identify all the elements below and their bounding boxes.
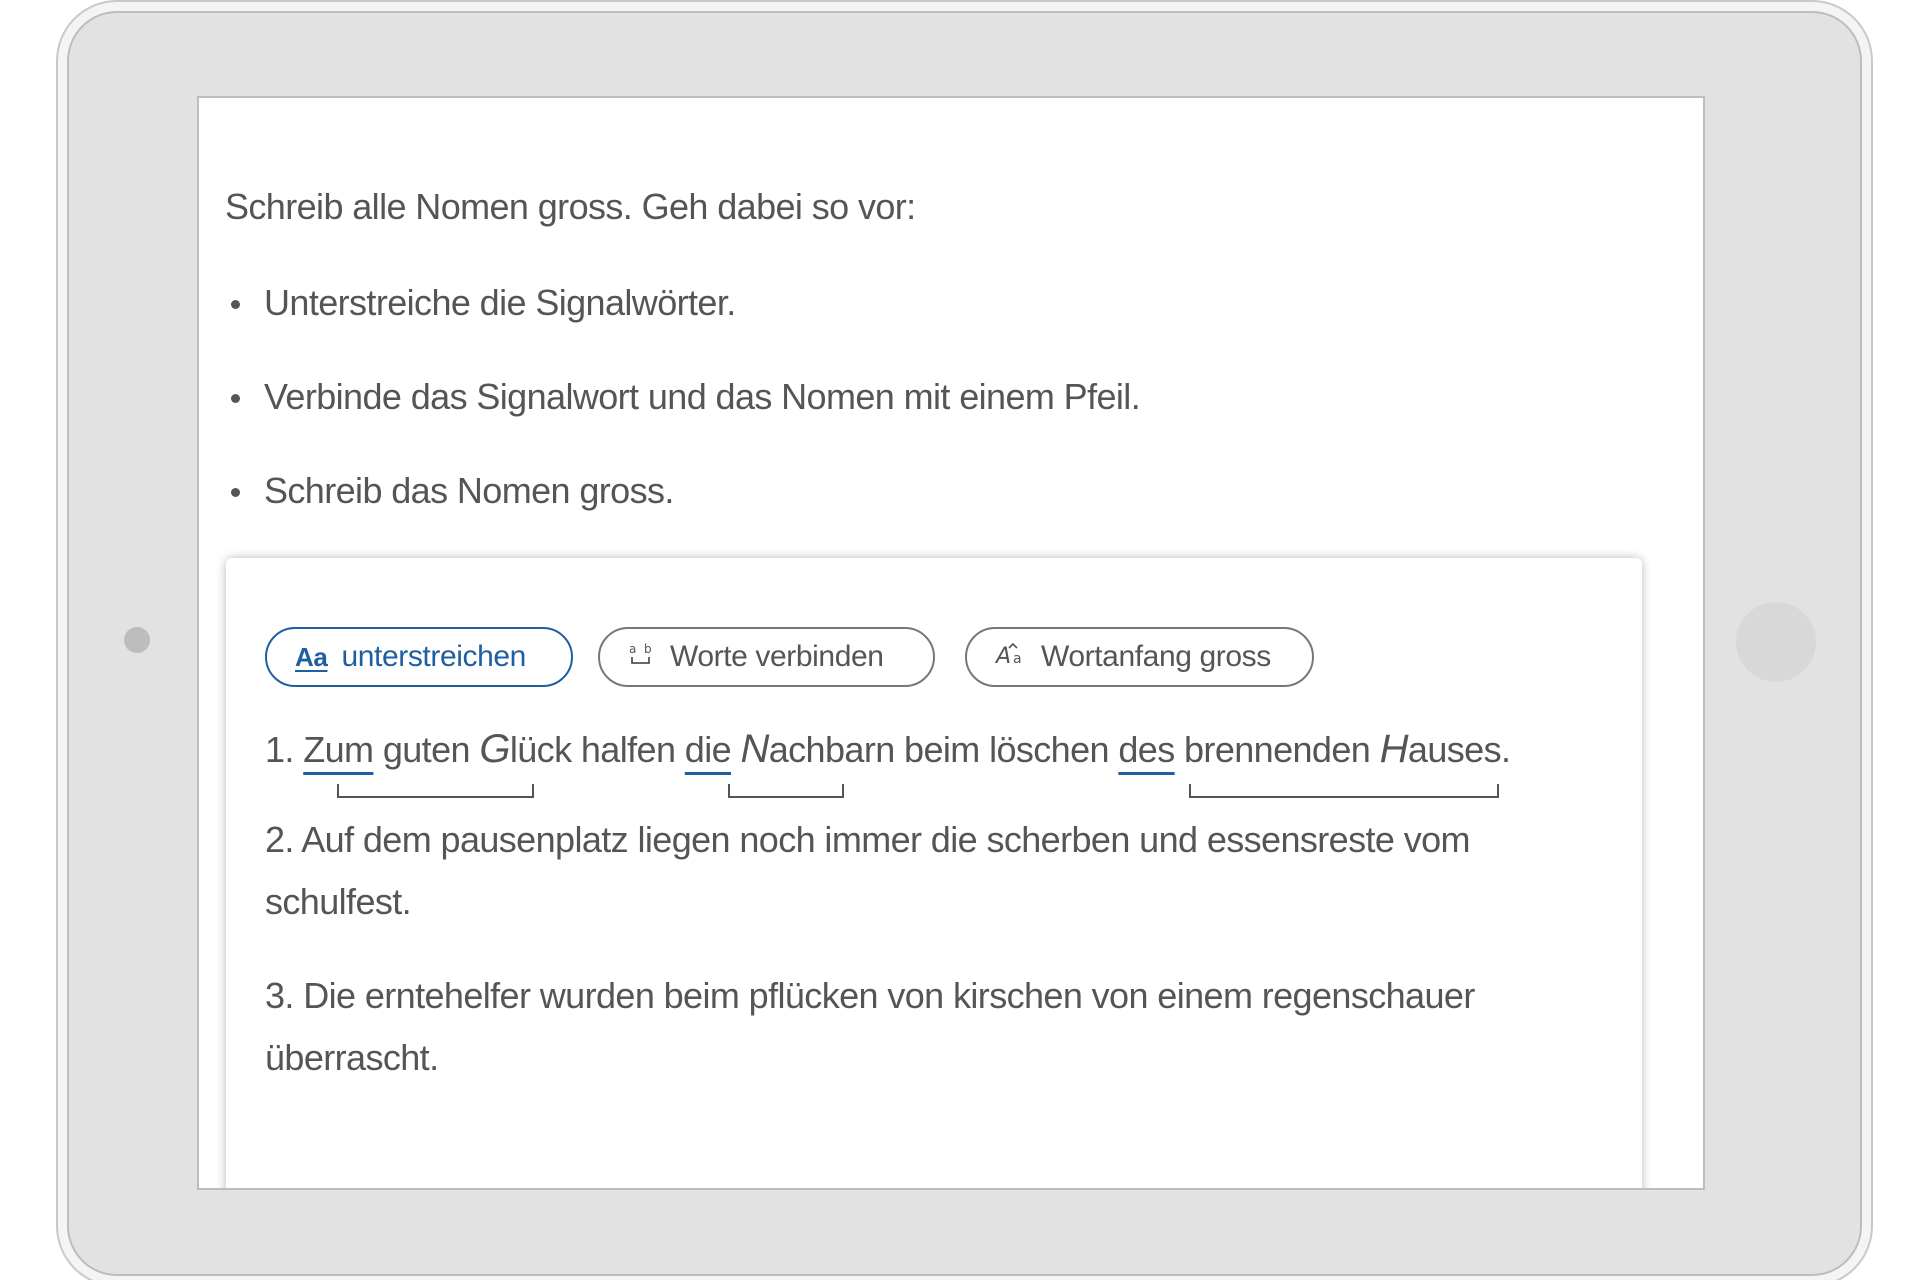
connection-arrow-1	[337, 784, 534, 798]
exercise-card: Aa unterstreichen a b Worte verbinden A	[226, 558, 1642, 1188]
signal-word-die[interactable]: die	[685, 729, 732, 770]
connection-arrow-3	[1189, 784, 1499, 798]
capitalize-icon: A a	[994, 641, 1027, 673]
tablet-camera	[124, 627, 150, 653]
capitalize-button[interactable]: A a Wortanfang gross	[965, 627, 1314, 687]
signal-word-des[interactable]: des	[1118, 729, 1175, 770]
exercise-item-2: 2. Auf dem pausenplatz liegen noch immer…	[265, 819, 1471, 922]
connect-words-button[interactable]: a b Worte verbinden	[598, 627, 935, 687]
capital-letter-g[interactable]: G	[479, 727, 510, 771]
signal-word-zum[interactable]: Zum	[303, 729, 374, 770]
exercise-item-3: 3. Die erntehelfer wurden beim pflücken …	[265, 975, 1475, 1078]
capitalize-label: Wortanfang gross	[1041, 640, 1271, 673]
underline-tool-label: unterstreichen	[341, 640, 526, 673]
svg-text:A: A	[995, 644, 1011, 667]
exercise-item-1: 1. Zum guten Glück halfen die Nachbarn b…	[265, 727, 1511, 771]
instructions-list: Unterstreiche die Signalwörter. Verbinde…	[225, 282, 1625, 512]
bullet-icon	[231, 394, 240, 403]
svg-text:b: b	[644, 642, 651, 656]
capital-letter-h[interactable]: H	[1380, 727, 1409, 771]
underline-tool-button[interactable]: Aa unterstreichen	[265, 627, 573, 687]
instruction-step: Schreib das Nomen gross.	[225, 470, 1625, 512]
svg-text:a: a	[1013, 651, 1021, 667]
capital-letter-n[interactable]: N	[740, 727, 769, 771]
instruction-step: Unterstreiche die Signalwörter.	[225, 282, 1625, 324]
instruction-step: Verbinde das Signalwort und das Nomen mi…	[225, 376, 1625, 418]
svg-text:a: a	[629, 642, 636, 656]
connect-words-icon: a b	[628, 641, 656, 673]
connect-words-label: Worte verbinden	[670, 640, 884, 673]
home-button[interactable]	[1736, 602, 1816, 682]
instructions-title: Schreib alle Nomen gross. Geh dabei so v…	[225, 186, 916, 227]
tablet-frame: Schreib alle Nomen gross. Geh dabei so v…	[67, 11, 1862, 1276]
instructions: Schreib alle Nomen gross. Geh dabei so v…	[225, 186, 1625, 564]
connection-arrow-2	[728, 784, 844, 798]
bullet-icon	[231, 300, 240, 309]
underline-icon: Aa	[295, 642, 328, 672]
tablet-screen: Schreib alle Nomen gross. Geh dabei so v…	[197, 96, 1705, 1190]
bullet-icon	[231, 488, 240, 497]
